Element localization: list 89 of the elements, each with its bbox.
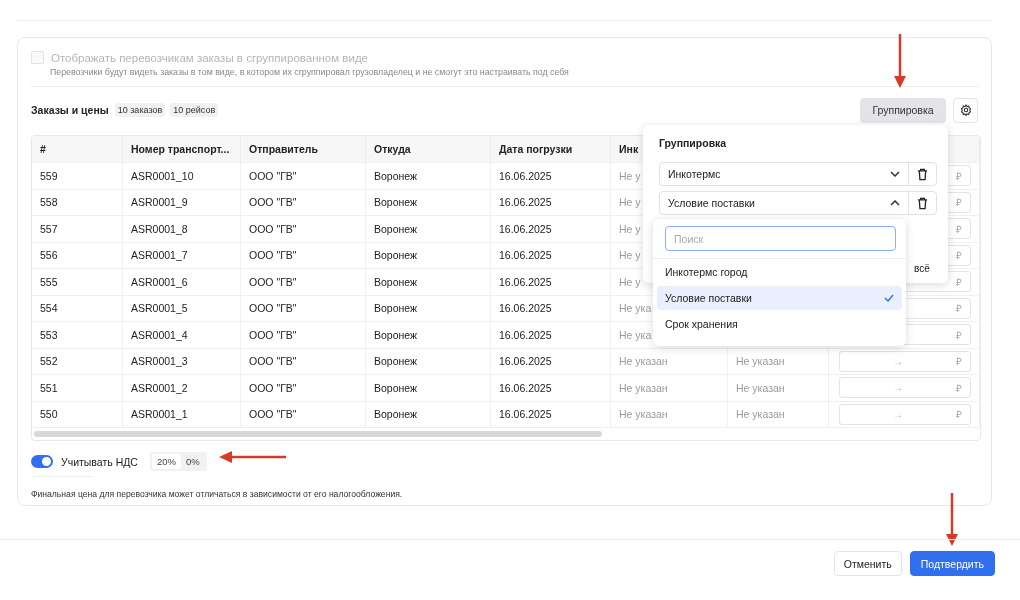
table-cell: 16.06.2025 xyxy=(491,268,611,295)
table-cell: ООО "ГВ" xyxy=(241,241,366,268)
table-cell: Воронеж xyxy=(366,400,491,427)
table-cell: ASR0001_6 xyxy=(123,268,241,295)
table-cell: Воронеж xyxy=(366,162,491,189)
column-header: Дата погрузки xyxy=(491,136,611,162)
table-cell: ASR0001_2 xyxy=(123,374,241,401)
cancel-button[interactable]: Отменить xyxy=(833,551,902,576)
trash-icon xyxy=(917,196,928,210)
table-cell: Не указан xyxy=(728,400,829,427)
table-cell: Воронеж xyxy=(366,321,491,348)
table-cell: 553 xyxy=(32,321,123,348)
table-cell: Воронеж xyxy=(366,268,491,295)
popover-title: Группировка xyxy=(659,137,728,149)
table-cell: Воронеж xyxy=(366,347,491,374)
table-cell: 16.06.2025 xyxy=(491,400,611,427)
confirm-button[interactable]: Подтвердить xyxy=(909,551,995,576)
column-header: Номер транспорт... xyxy=(123,136,241,162)
vat-toggle[interactable] xyxy=(31,455,53,468)
table-cell: 552 xyxy=(32,347,123,374)
table-cell: 550 xyxy=(32,400,123,427)
table-cell: ASR0001_9 xyxy=(123,188,241,215)
settings-icon xyxy=(959,104,972,116)
settings-button[interactable] xyxy=(953,97,978,123)
table-cell: 555 xyxy=(32,268,123,295)
table-cell: 16.06.2025 xyxy=(491,374,611,401)
table-cell: Не указан xyxy=(728,347,829,374)
table-cell: ASR0001_8 xyxy=(123,215,241,242)
table-cell: ASR0001_1 xyxy=(123,400,241,427)
table-cell: ASR0001_4 xyxy=(123,321,241,348)
table-cell: 16.06.2025 xyxy=(491,162,611,189)
chevron-up-icon xyxy=(890,200,900,206)
table-cell: 556 xyxy=(32,241,123,268)
table-cell: Не указан xyxy=(611,347,728,374)
count-badge: 10 рейсов xyxy=(170,103,219,117)
table-cell: Не указан xyxy=(611,400,728,427)
arrow-icon xyxy=(218,450,286,464)
note-text: Финальная цена для перевозчика может отличаться в зависимости от его налогообложения. xyxy=(31,489,404,499)
table-cell: 16.06.2025 xyxy=(491,241,611,268)
table-cell: 559 xyxy=(32,162,123,189)
scrollbar-thumb[interactable] xyxy=(34,431,602,437)
table-cell: ООО "ГВ" xyxy=(241,347,366,374)
table-cell: 551 xyxy=(32,374,123,401)
search-field[interactable]: Поиск xyxy=(665,226,896,251)
table-cell: Воронеж xyxy=(366,188,491,215)
column-header: # xyxy=(32,136,123,162)
table-cell: ООО "ГВ" xyxy=(241,162,366,189)
table-cell: ООО "ГВ" xyxy=(241,215,366,242)
table-cell: 16.06.2025 xyxy=(491,215,611,242)
trash-icon xyxy=(917,167,928,181)
table-cell: 16.06.2025 xyxy=(491,321,611,348)
table-cell: ООО "ГВ" xyxy=(241,188,366,215)
table-cell: ASR0001_7 xyxy=(123,241,241,268)
table-cell: ООО "ГВ" xyxy=(241,374,366,401)
grouping-button[interactable]: Группировка xyxy=(860,97,946,123)
table-cell: Не указан xyxy=(728,374,829,401)
table-cell: ООО "ГВ" xyxy=(241,400,366,427)
table-cell: ASR0001_10 xyxy=(123,162,241,189)
rate-option[interactable]: 20% xyxy=(151,454,181,469)
table-cell: 16.06.2025 xyxy=(491,347,611,374)
toggle-label: Учитывать НДС xyxy=(61,455,138,468)
link-text[interactable]: всё xyxy=(914,263,930,274)
hint-text: Перевозчики будут видеть заказы в том виде, в котором их сгруппировал грузовладелец и не смогут это настраивать под себя xyxy=(50,67,570,77)
table-cell: ООО "ГВ" xyxy=(241,294,366,321)
count-badge: 10 заказов xyxy=(114,103,166,117)
table-cell: Воронеж xyxy=(366,215,491,242)
table-cell: ASR0001_3 xyxy=(123,347,241,374)
chevron-down-icon xyxy=(890,171,900,177)
table-cell: 558 xyxy=(32,188,123,215)
checkbox-label: Отображать перевозчикам заказы в сгруппированном виде xyxy=(51,51,368,64)
table-cell: ASR0001_5 xyxy=(123,294,241,321)
check-icon xyxy=(884,294,894,302)
table-cell: Не указан xyxy=(611,374,728,401)
arrow-icon xyxy=(893,34,907,89)
table-cell: Воронеж xyxy=(366,241,491,268)
dropdown-option[interactable]: Условие поставки xyxy=(657,286,902,310)
table-cell: ООО "ГВ" xyxy=(241,268,366,295)
section-title: Заказы и цены xyxy=(31,104,109,116)
table-cell: Воронеж xyxy=(366,294,491,321)
table-cell: 16.06.2025 xyxy=(491,188,611,215)
table-cell: 554 xyxy=(32,294,123,321)
column-header: Откуда xyxy=(366,136,491,162)
table-cell: 557 xyxy=(32,215,123,242)
rate-option[interactable]: 0% xyxy=(180,454,205,469)
arrow-icon xyxy=(945,493,959,547)
table-cell: 16.06.2025 xyxy=(491,294,611,321)
table-cell: Воронеж xyxy=(366,374,491,401)
column-header: Отправитель xyxy=(241,136,366,162)
table-cell: ООО "ГВ" xyxy=(241,321,366,348)
